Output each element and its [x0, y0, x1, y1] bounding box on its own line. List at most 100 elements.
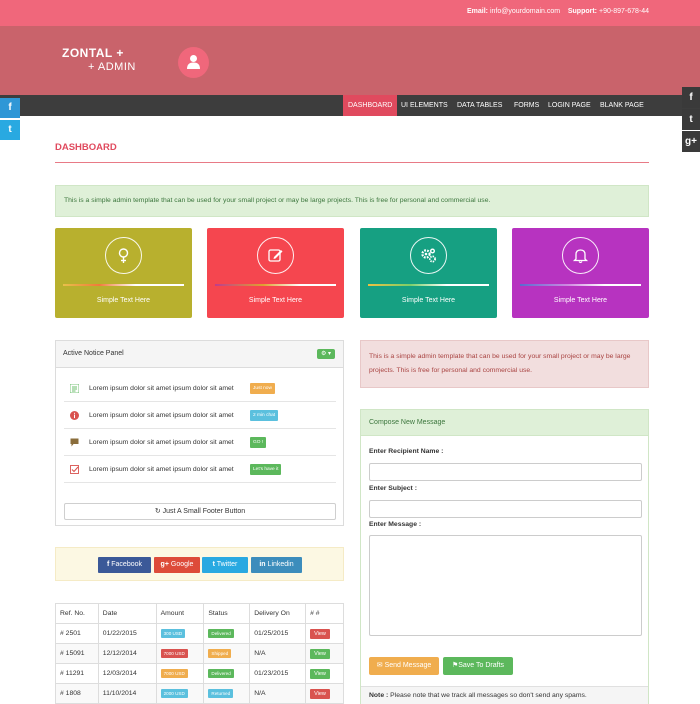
share-twitter-button[interactable]: t Twitter [202, 557, 248, 573]
logo-line-2[interactable]: + ADMIN [88, 61, 136, 73]
table-header-row: Ref. No. Date Amount Status Delivery On … [55, 603, 344, 624]
share-linkedin-button[interactable]: in Linkedin [251, 557, 302, 573]
subject-input[interactable] [369, 500, 642, 518]
tile-icon-circle [562, 237, 599, 274]
col-delivery: Delivery On [249, 603, 307, 624]
col-ref: Ref. No. [55, 603, 99, 624]
notice-item[interactable]: Lorem ipsum dolor sit amet ipsum dolor s… [64, 456, 336, 483]
view-button[interactable]: View [310, 648, 330, 659]
message-textarea[interactable] [369, 535, 642, 636]
gear-icon: ⚙ [320, 351, 327, 357]
cell-ref: # 11291 [55, 663, 99, 684]
tile-text: Simple Text Here [553, 297, 608, 304]
page-title: DASHBOARD [55, 142, 117, 153]
twitter-icon[interactable]: t [682, 109, 700, 130]
social-left-bar: f t [0, 98, 20, 140]
stat-tile-4[interactable]: Simple Text Here [512, 228, 649, 318]
nav-forms[interactable]: FORMS [509, 95, 544, 116]
facebook-icon: f [106, 561, 110, 568]
share-buttons-box: f Facebook g+ Google t Twitter in Linked… [55, 547, 344, 581]
notice-text: Lorem ipsum dolor sit amet ipsum dolor s… [89, 466, 234, 473]
notice-panel-header: Active Notice Panel ⚙ ▾ [56, 341, 343, 368]
nav-dashboard[interactable]: DASHBOARD [343, 95, 398, 116]
stat-tile-1[interactable]: Simple Text Here [55, 228, 192, 318]
notice-item[interactable]: Lorem ipsum dolor sit amet ipsum dolor s… [64, 402, 336, 429]
save-drafts-button[interactable]: ⚑Save To Drafts [443, 657, 513, 675]
refresh-icon: ↻ [154, 508, 161, 515]
cell-date: 01/22/2015 [97, 623, 157, 644]
orders-table: Ref. No. Date Amount Status Delivery On … [55, 603, 344, 704]
cell-action: View [305, 643, 344, 664]
facebook-icon[interactable]: f [0, 98, 20, 118]
google-plus-icon[interactable]: g+ [682, 131, 700, 152]
panel-footer-button[interactable]: ↻ Just A Small Footer Button [64, 503, 336, 520]
nav-login-page[interactable]: LOGIN PAGE [543, 95, 596, 116]
share-label: Linkedin [267, 561, 294, 568]
notice-badge: Let's have it [250, 464, 282, 475]
nav-ui-elements[interactable]: UI ELEMENTS [396, 95, 453, 116]
panel-settings-button[interactable]: ⚙ ▾ [317, 349, 335, 359]
send-button-label: Send Message [384, 662, 432, 669]
nav-data-tables[interactable]: DATA TABLES [452, 95, 507, 116]
google-plus-icon: g+ [160, 561, 169, 568]
tile-divider [63, 284, 184, 286]
view-button[interactable]: View [310, 668, 330, 679]
avatar[interactable] [178, 47, 209, 78]
logo-line-1[interactable]: ZONTAL + [62, 46, 124, 60]
cell-delivery: 01/25/2015 [249, 623, 307, 644]
female-icon [118, 248, 129, 263]
cell-action: View [305, 683, 344, 704]
amount-badge: 7000 USD [160, 649, 188, 658]
status-badge: Delivered [208, 629, 234, 638]
stat-tile-2[interactable]: Simple Text Here [207, 228, 344, 318]
table-row: # 15091 12/12/2014 7000 USD Shipped N/A … [55, 643, 344, 664]
notice-badge: 2 min chat [250, 410, 279, 421]
view-button[interactable]: View [310, 628, 330, 639]
share-label: Facebook [111, 561, 143, 568]
recipient-input[interactable] [369, 463, 642, 481]
table-row: # 11291 12/03/2014 7000 USD Delivered 01… [55, 663, 344, 684]
tile-icon-circle [257, 237, 294, 274]
status-badge: Shipped [208, 649, 232, 658]
title-divider [55, 162, 649, 163]
cell-amount: 7000 USD [155, 643, 205, 664]
recipient-label: Enter Recipient Name : [369, 448, 444, 455]
compose-title: Compose New Message [361, 410, 648, 436]
note-label: Note : [369, 692, 389, 699]
tile-text: Simple Text Here [96, 297, 151, 304]
notice-badge: Just now [250, 383, 275, 394]
stat-tile-3[interactable]: Simple Text Here [360, 228, 497, 318]
notice-item[interactable]: Lorem ipsum dolor sit amet ipsum dolor s… [64, 429, 336, 456]
view-button[interactable]: View [310, 688, 330, 699]
tile-divider [215, 284, 336, 286]
cell-delivery: N/A [249, 683, 307, 704]
twitter-icon[interactable]: t [0, 120, 20, 140]
note-text: Please note that we track all messages s… [390, 692, 587, 699]
tile-text: Simple Text Here [401, 297, 456, 304]
cell-status: Delivered [203, 663, 251, 684]
facebook-icon[interactable]: f [682, 87, 700, 108]
notice-item[interactable]: Lorem ipsum dolor sit amet ipsum dolor s… [64, 375, 336, 402]
col-amount: Amount [155, 603, 205, 624]
check-square-icon [70, 465, 79, 474]
tile-icon-circle [410, 237, 447, 274]
email-link[interactable]: info@yourdomain.com [490, 8, 560, 15]
caret-down-icon: ▾ [328, 351, 332, 357]
compose-note: Note : Please note that we track all mes… [361, 686, 648, 704]
share-google-button[interactable]: g+ Google [154, 557, 200, 573]
bell-icon [572, 249, 589, 264]
nav-blank-page[interactable]: BLANK PAGE [595, 95, 649, 116]
amount-badge: 2000 USD [160, 689, 188, 698]
support-phone: +90-897-678-44 [598, 8, 649, 15]
tile-text: Simple Text Here [248, 297, 303, 304]
success-alert: This is a simple admin template that can… [55, 185, 649, 217]
tile-divider [368, 284, 489, 286]
main-navbar: DASHBOARD UI ELEMENTS DATA TABLES FORMS … [0, 95, 700, 116]
danger-alert: This is a simple admin template that can… [360, 340, 649, 388]
send-message-button[interactable]: ✉ Send Message [369, 657, 439, 675]
notice-panel-title: Active Notice Panel [63, 350, 124, 357]
cell-action: View [305, 663, 344, 684]
share-facebook-button[interactable]: f Facebook [98, 557, 151, 573]
status-badge: Returned [208, 689, 234, 698]
drafts-button-label: Save To Drafts [458, 662, 505, 669]
